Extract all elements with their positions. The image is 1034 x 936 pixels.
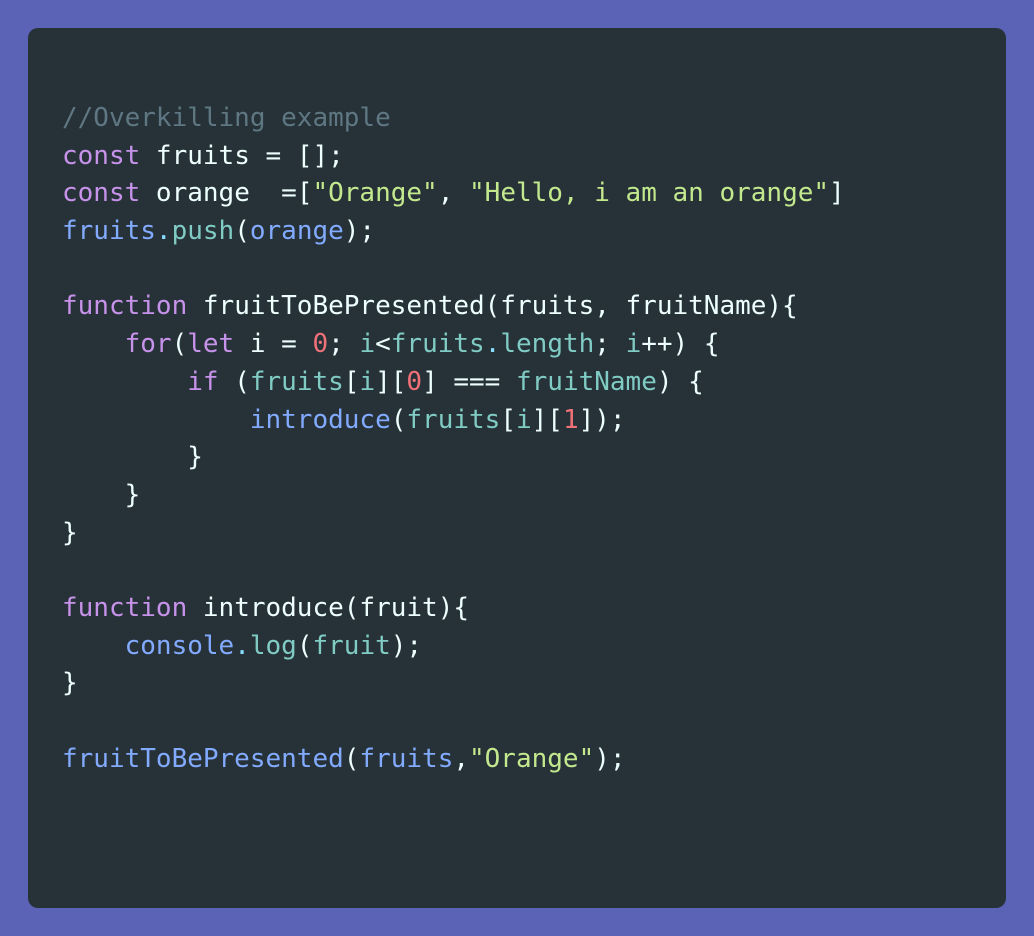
code-token-property: i <box>359 366 376 397</box>
code-token-text: i = <box>234 329 313 360</box>
code-line: ​ <box>62 552 845 590</box>
code-token-property: log <box>249 630 297 661</box>
code-token-keyword: for <box>124 329 172 360</box>
code-line: fruitToBePresented(fruits,"Orange"); <box>62 741 845 779</box>
code-token-text: ++) { <box>641 329 720 360</box>
code-token-string: "Orange" <box>469 743 595 774</box>
code-line: if (fruits[i][0] === fruitName) { <box>62 364 845 402</box>
code-token-punctuation: . <box>155 216 172 247</box>
code-token-property: fruits <box>249 366 344 397</box>
code-token-function: console <box>124 630 235 661</box>
code-token-keyword: const <box>62 140 141 171</box>
code-token-text: } <box>62 442 203 473</box>
code-token-string: "Orange" <box>312 178 438 209</box>
code-token-property: i <box>625 329 642 360</box>
code-token-text: } <box>62 668 78 699</box>
code-token-keyword: function <box>62 592 188 623</box>
code-token-text: ( <box>296 630 313 661</box>
code-line: console.log(fruit); <box>62 628 845 666</box>
code-token-text: ); <box>594 743 626 774</box>
code-token-property: fruits <box>390 329 485 360</box>
code-token-function: fruits <box>62 216 156 247</box>
code-token-text: introduce(fruit){ <box>187 592 469 623</box>
code-token-text: , <box>453 743 469 774</box>
code-token-function: fruitToBePresented <box>62 743 344 774</box>
code-token-text: ] <box>829 178 845 209</box>
code-token-keyword: const <box>62 178 141 209</box>
code-token-text: < <box>375 329 391 360</box>
code-line: function fruitToBePresented(fruits, frui… <box>62 288 845 326</box>
code-token-text: fruitToBePresented(fruits, fruitName){ <box>187 291 798 322</box>
code-token-function: fruits <box>359 743 454 774</box>
code-line: const orange =["Orange", "Hello, i am an… <box>62 175 845 213</box>
code-token-text: ][ <box>531 404 563 435</box>
code-token-text: } <box>62 517 78 548</box>
code-line: introduce(fruits[i][1]); <box>62 402 845 440</box>
code-token-text: ); <box>390 630 423 661</box>
code-line: const fruits = []; <box>62 138 845 176</box>
code-line: //Overkilling example <box>62 100 845 138</box>
code-line: ​ <box>62 251 845 289</box>
code-token-function: orange <box>249 216 344 247</box>
code-token-punctuation: . <box>484 329 501 360</box>
code-line: function introduce(fruit){ <box>62 590 845 628</box>
code-token-text: ); <box>343 216 376 247</box>
code-token-text: ; <box>594 329 626 360</box>
code-token-function: introduce <box>249 404 391 435</box>
code-token-keyword: if <box>187 366 219 397</box>
code-token-string: "Hello, i am an orange" <box>469 178 830 209</box>
code-line: } <box>62 515 845 553</box>
code-token-keyword: let <box>187 329 235 360</box>
code-line: for(let i = 0; i<fruits.length; i++) { <box>62 326 845 364</box>
code-token-property: push <box>171 216 235 247</box>
code-token-text: } <box>62 479 141 510</box>
code-token-text: ) { <box>656 366 704 397</box>
code-token-property: i <box>359 329 376 360</box>
code-token-number: 0 <box>312 329 329 360</box>
code-window: //Overkilling example const fruits = []; c… <box>28 28 1006 908</box>
code-token-text: ( <box>218 366 250 397</box>
code-token-text: ( <box>390 404 407 435</box>
code-token-property: fruits <box>406 404 501 435</box>
code-token-punctuation: . <box>234 630 250 661</box>
code-token-keyword: function <box>62 291 188 322</box>
code-token-text: [ <box>343 366 360 397</box>
code-line: ​ <box>62 703 845 741</box>
code-token-text: orange =[ <box>140 178 313 209</box>
code-block: //Overkilling example const fruits = []; c… <box>62 100 845 778</box>
code-line: } <box>62 477 845 515</box>
page-background: //Overkilling example const fruits = []; c… <box>0 0 1034 936</box>
code-token-property: length <box>500 329 595 360</box>
code-token-property: fruit <box>312 630 391 661</box>
code-token-text: ; <box>328 329 360 360</box>
code-token-text: ][ <box>375 366 407 397</box>
code-token-property: fruitName <box>515 366 657 397</box>
code-token-text: ] === <box>422 366 516 397</box>
code-token-number: 1 <box>562 404 579 435</box>
code-token-text: , <box>437 178 470 209</box>
code-token-property: i <box>515 404 532 435</box>
code-line: } <box>62 439 845 477</box>
code-line: } <box>62 665 845 703</box>
code-token-text: ( <box>343 743 360 774</box>
code-token-text: [ <box>500 404 516 435</box>
code-token-text: fruits = []; <box>140 140 344 171</box>
code-token-number: 0 <box>406 366 423 397</box>
code-token-text: ( <box>234 216 250 247</box>
code-token-text: ( <box>171 329 188 360</box>
code-line: fruits.push(orange); <box>62 213 845 251</box>
code-token-text: ]); <box>578 404 626 435</box>
code-token-comment: //Overkilling example <box>62 103 391 133</box>
